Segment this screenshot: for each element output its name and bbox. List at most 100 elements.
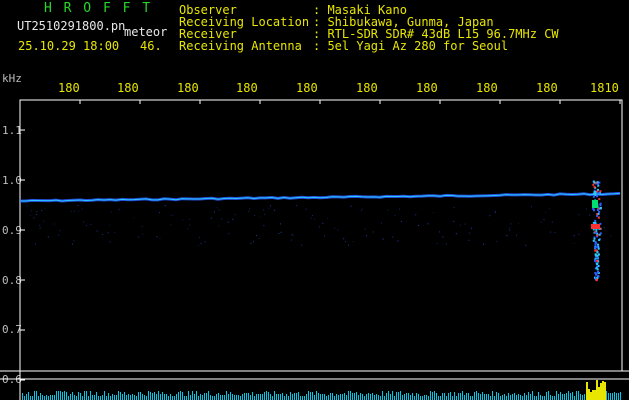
noise-dot bbox=[305, 208, 307, 210]
count-bar bbox=[120, 392, 121, 400]
count-bar bbox=[490, 396, 491, 400]
noise-dot bbox=[221, 218, 223, 220]
count-bar bbox=[52, 395, 53, 400]
count-bar bbox=[366, 394, 367, 400]
noise-dot bbox=[417, 225, 419, 226]
count-bar bbox=[258, 394, 259, 400]
count-bar bbox=[566, 393, 567, 400]
noise-dot bbox=[109, 241, 111, 243]
count-bar bbox=[226, 391, 227, 400]
noise-dot bbox=[198, 236, 200, 238]
count-bar bbox=[200, 394, 201, 400]
count-bar bbox=[254, 396, 255, 400]
noise-dot bbox=[578, 233, 580, 235]
count-bar bbox=[190, 395, 191, 400]
noise-dot bbox=[30, 210, 32, 212]
count-bar bbox=[354, 393, 355, 400]
count-bar bbox=[312, 392, 313, 400]
noise-dot bbox=[59, 230, 61, 232]
meteor-pixel bbox=[599, 190, 602, 193]
count-bar bbox=[428, 396, 429, 400]
meteor-pixel bbox=[596, 195, 599, 198]
noise-dot bbox=[278, 233, 280, 234]
count-bar bbox=[540, 395, 541, 400]
noise-dot bbox=[83, 221, 84, 223]
count-bar bbox=[532, 391, 533, 400]
count-bar bbox=[288, 396, 289, 400]
count-bar bbox=[412, 393, 413, 400]
count-bar bbox=[480, 394, 481, 400]
count-bar bbox=[156, 394, 157, 400]
count-bar bbox=[464, 395, 465, 400]
count-bar bbox=[392, 391, 393, 400]
noise-dot bbox=[182, 219, 184, 221]
noise-dot bbox=[170, 224, 172, 226]
count-bar bbox=[330, 393, 331, 400]
noise-dot bbox=[544, 211, 546, 213]
count-bar bbox=[358, 395, 359, 400]
count-bar bbox=[560, 392, 561, 400]
count-bar bbox=[246, 393, 247, 400]
noise-dot bbox=[468, 232, 470, 234]
count-bar bbox=[152, 393, 153, 400]
meteor-pixel bbox=[598, 239, 601, 241]
noise-dot bbox=[296, 205, 298, 207]
noise-dot bbox=[187, 228, 189, 230]
noise-dot bbox=[314, 218, 316, 220]
noise-dot bbox=[107, 232, 109, 234]
count-bar bbox=[568, 391, 569, 400]
meteor-pixel bbox=[597, 209, 599, 211]
meteor-pixel bbox=[599, 207, 602, 209]
meteor-pixel bbox=[597, 265, 600, 267]
noise-dot bbox=[213, 211, 215, 213]
noise-dot bbox=[397, 240, 399, 242]
count-bar bbox=[98, 396, 99, 400]
count-bar bbox=[500, 396, 501, 400]
noise-dot bbox=[518, 222, 519, 224]
count-bar bbox=[614, 392, 615, 400]
noise-dot bbox=[361, 210, 363, 211]
count-bar bbox=[454, 392, 455, 400]
count-bar bbox=[524, 393, 525, 400]
count-bar bbox=[90, 391, 91, 400]
count-bar bbox=[518, 394, 519, 400]
count-bar bbox=[470, 396, 471, 400]
spectrogram bbox=[0, 99, 629, 400]
count-bar bbox=[378, 395, 379, 400]
count-bar bbox=[512, 394, 513, 400]
noise-dot bbox=[36, 211, 38, 213]
count-bar bbox=[206, 393, 207, 400]
noise-dot bbox=[30, 214, 31, 216]
count-bar bbox=[544, 396, 545, 400]
count-bar bbox=[70, 394, 71, 400]
count-bar bbox=[102, 395, 103, 400]
count-bar bbox=[240, 396, 241, 400]
noise-dot bbox=[171, 214, 173, 216]
noise-dot bbox=[433, 212, 434, 214]
noise-dot bbox=[78, 210, 80, 212]
noise-dot bbox=[156, 236, 158, 238]
count-bar bbox=[84, 391, 85, 400]
count-bar bbox=[62, 392, 63, 400]
count-bar bbox=[420, 396, 421, 400]
count-bar bbox=[526, 395, 527, 400]
count-bar bbox=[608, 393, 609, 400]
noise-dot bbox=[573, 235, 575, 237]
count-bar bbox=[216, 394, 217, 400]
count-bar bbox=[284, 396, 285, 400]
count-bar bbox=[112, 394, 113, 400]
count-bar bbox=[556, 391, 557, 400]
count-bar bbox=[440, 396, 441, 400]
meteor-pixel bbox=[592, 183, 595, 186]
noise-dot bbox=[453, 207, 455, 209]
count-bar bbox=[210, 395, 211, 400]
count-bar bbox=[74, 395, 75, 400]
count-bar bbox=[234, 395, 235, 400]
count-bar bbox=[280, 394, 281, 400]
count-bar bbox=[472, 396, 473, 400]
count-bar bbox=[118, 391, 119, 400]
count-bar bbox=[286, 394, 287, 400]
count-bar bbox=[44, 396, 45, 400]
count-bar bbox=[162, 392, 163, 400]
noise-dot bbox=[33, 217, 35, 219]
